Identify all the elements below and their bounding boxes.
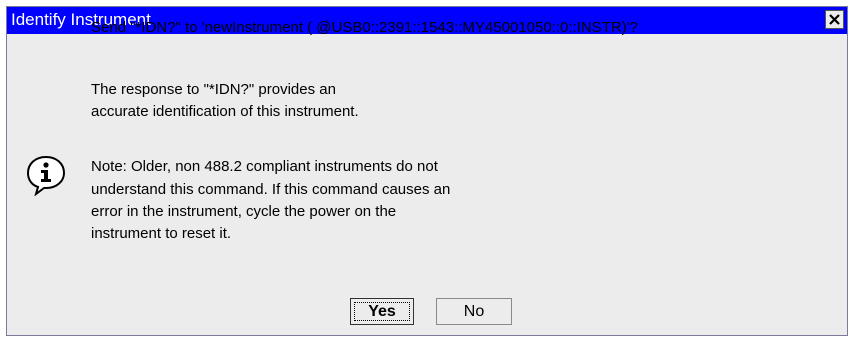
- note-line-1: Note: Older, non 488.2 compliant instrum…: [91, 158, 438, 175]
- response-line-1: The response to "*IDN?" provides an: [91, 81, 336, 98]
- focus-ring: [354, 302, 410, 321]
- no-button[interactable]: No: [436, 298, 512, 325]
- note-line-2: understand this command. If this command…: [91, 181, 451, 198]
- info-icon: [26, 155, 66, 196]
- yes-button[interactable]: Yes: [350, 298, 414, 325]
- identify-instrument-dialog: Identify Instrument Send "*IDN?" to 'new…: [6, 6, 848, 336]
- question-text: Send "*IDN?" to 'newInstrument ( @USB0::…: [91, 19, 638, 36]
- close-button[interactable]: [825, 10, 844, 29]
- note-line-3: error in the instrument, cycle the power…: [91, 203, 397, 220]
- response-line-2: accurate identification of this instrume…: [91, 103, 359, 120]
- no-button-label: No: [463, 302, 485, 320]
- note-line-4: instrument to reset it.: [91, 225, 232, 242]
- close-icon: [829, 14, 840, 25]
